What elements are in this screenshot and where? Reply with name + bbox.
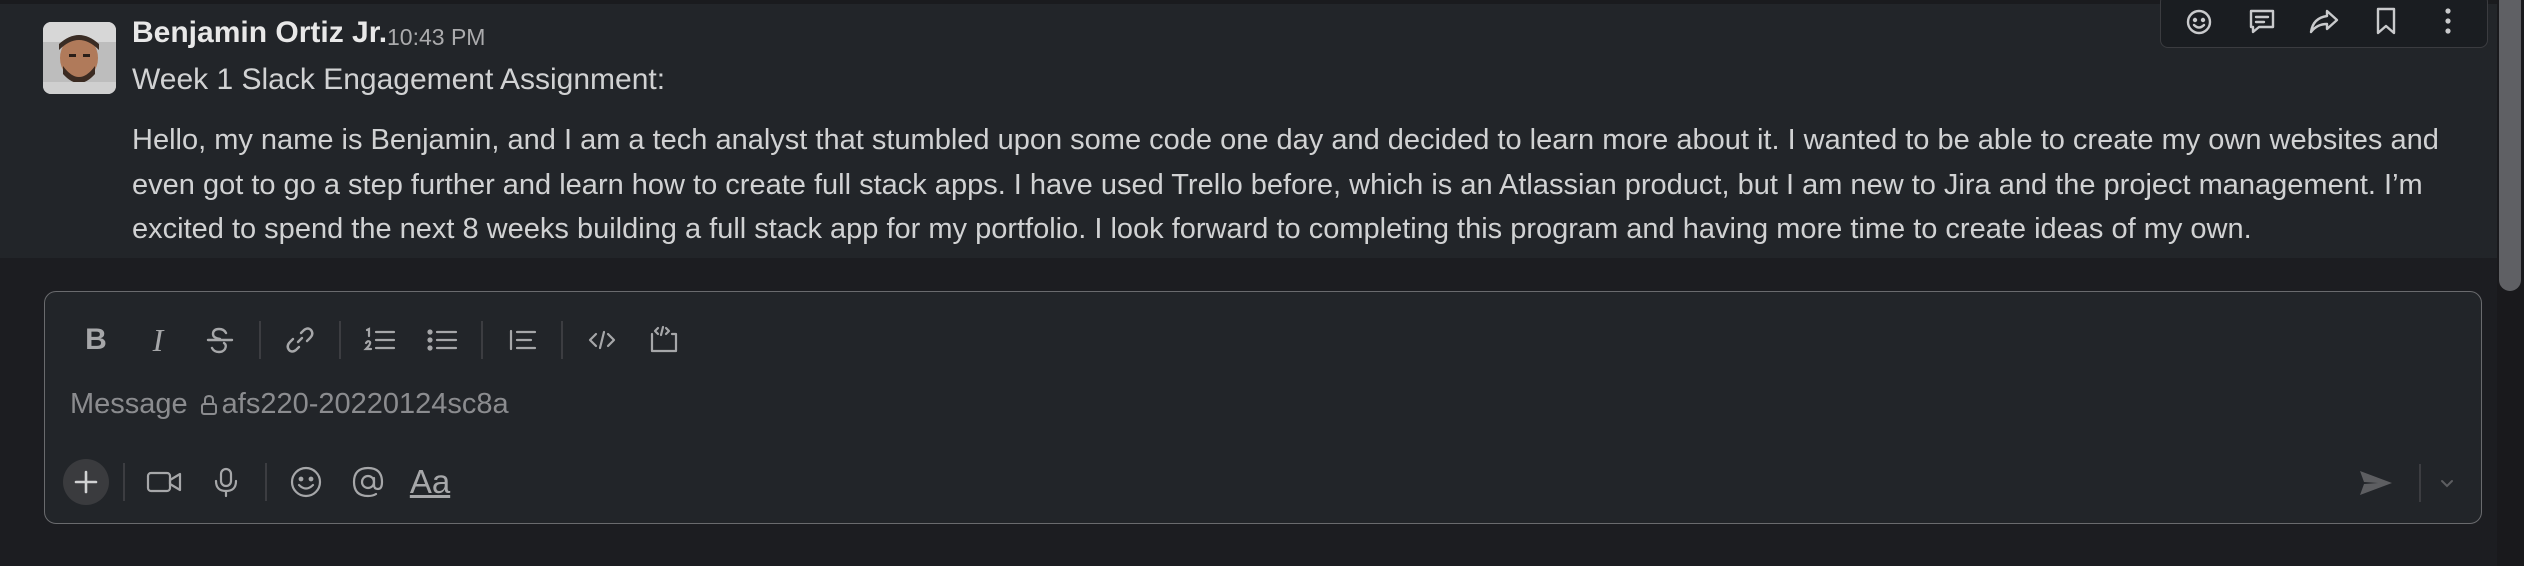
video-clip-button[interactable] (133, 454, 195, 510)
reply-in-thread-icon[interactable] (2242, 1, 2282, 41)
message-timestamp[interactable]: 10:43 PM (387, 24, 485, 51)
bulleted-list-button[interactable] (411, 312, 473, 368)
composer-actions: Aa (63, 452, 461, 512)
blockquote-icon (509, 329, 537, 351)
text-format-label: Aa (409, 463, 451, 500)
mention-button[interactable] (337, 454, 399, 510)
ordered-list-icon (363, 327, 396, 351)
share-icon[interactable] (2304, 1, 2344, 41)
chevron-down-icon (2441, 480, 2453, 488)
save-bookmark-icon[interactable] (2366, 1, 2406, 41)
attach-button[interactable] (63, 459, 109, 505)
link-button[interactable] (269, 312, 331, 368)
emoji-icon (290, 466, 322, 498)
audio-clip-button[interactable] (195, 454, 257, 510)
blockquote-button[interactable] (491, 312, 553, 368)
microphone-icon (214, 467, 238, 498)
message-input[interactable]: Message afs220-20220124sc8a (70, 388, 509, 421)
message-body: Hello, my name is Benjamin, and I am a t… (132, 124, 2439, 245)
scrollbar-thumb[interactable] (2499, 0, 2521, 291)
toolbar-divider (259, 321, 261, 359)
add-reaction-icon[interactable] (2180, 1, 2220, 41)
send-button[interactable] (2345, 455, 2407, 511)
lock-icon (200, 394, 218, 416)
toolbar-divider (123, 463, 125, 501)
scrollbar[interactable] (2497, 0, 2524, 566)
italic-button[interactable]: I (127, 312, 189, 368)
toolbar-divider (481, 321, 483, 359)
code-block-button[interactable] (633, 312, 695, 368)
avatar[interactable] (43, 22, 116, 94)
send-controls (2345, 460, 2461, 506)
send-divider (2419, 464, 2421, 502)
more-actions-icon[interactable] (2428, 1, 2468, 41)
message-area: Benjamin Ortiz Jr. 10:43 PM Week 1 Slack… (0, 0, 2497, 258)
bold-button[interactable]: B (65, 312, 127, 368)
text-formatting-button[interactable]: Aa (399, 454, 461, 510)
schedule-send-button[interactable] (2433, 477, 2461, 489)
code-icon (588, 330, 616, 350)
bold-label: B (85, 323, 107, 356)
emoji-button[interactable] (275, 454, 337, 510)
bulleted-list-icon (427, 329, 458, 351)
italic-label: I (152, 321, 164, 358)
formatting-toolbar: B I (65, 312, 695, 368)
at-sign-icon (352, 466, 384, 498)
message-actions-bar (2160, 0, 2488, 48)
plus-icon (74, 470, 98, 494)
message-title-line: Week 1 Slack Engagement Assignment: (132, 63, 666, 96)
toolbar-divider (561, 321, 563, 359)
sender-name[interactable]: Benjamin Ortiz Jr. (132, 16, 387, 50)
send-icon (2360, 471, 2392, 495)
divider (0, 0, 2497, 4)
video-camera-icon (146, 471, 182, 493)
toolbar-divider (265, 463, 267, 501)
placeholder-prefix: Message (70, 388, 188, 420)
channel-name: afs220-20220124sc8a (221, 388, 509, 420)
message-composer[interactable]: B I Message afs220-20220124sc8a Aa (44, 291, 2482, 524)
code-block-icon (650, 325, 678, 353)
code-button[interactable] (571, 312, 633, 368)
toolbar-divider (339, 321, 341, 359)
strikethrough-button[interactable] (189, 312, 251, 368)
strikethrough-icon (206, 327, 234, 354)
link-icon (286, 327, 314, 353)
ordered-list-button[interactable] (349, 312, 411, 368)
